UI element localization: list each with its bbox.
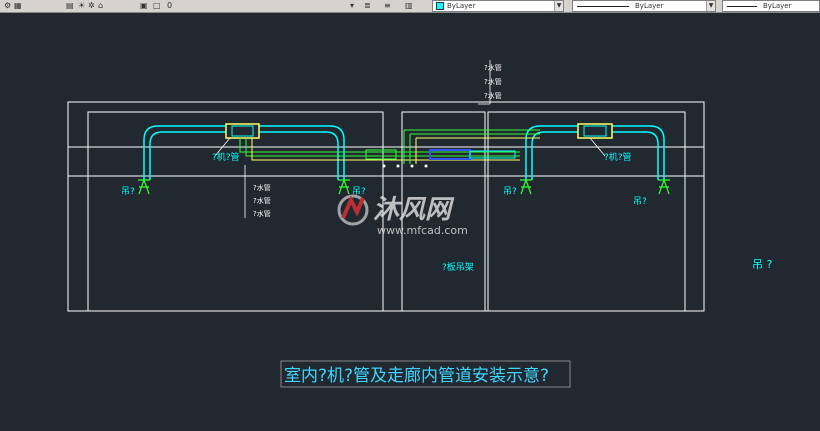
layer-properties-icon[interactable]: ▤ bbox=[66, 0, 74, 11]
color-combo[interactable]: ByLayer ▼ bbox=[432, 0, 564, 12]
linetype-sample bbox=[577, 5, 629, 7]
left-duct bbox=[143, 125, 345, 180]
pipe-label-top-1: ?水管 bbox=[484, 63, 502, 72]
pipe-fittings bbox=[382, 164, 428, 168]
watermark-url: www.mfcad.com bbox=[377, 224, 468, 237]
mfcad-logo-icon bbox=[337, 194, 369, 226]
pipe-label-mid-3: ?水管 bbox=[253, 209, 271, 218]
layer-manager-icon[interactable]: ▦ bbox=[14, 0, 22, 11]
color-combo-value: ByLayer bbox=[447, 2, 476, 10]
left-floor-label: 吊? bbox=[121, 186, 135, 197]
chevron-down-icon[interactable]: ▼ bbox=[706, 1, 715, 11]
pipe-group-top-labels: ?水管 ?水管 ?水管 bbox=[484, 63, 502, 100]
left-fan-coil-label: ?机?管 bbox=[212, 151, 240, 163]
corridor-support-label: ?板吊架 bbox=[442, 261, 474, 273]
right-floor-label: 吊? bbox=[633, 196, 647, 207]
pipe-label-top-2: ?水管 bbox=[484, 77, 502, 86]
layer-iso-icon[interactable]: ▥ bbox=[405, 0, 413, 11]
properties-toolbar: ⚙ ▦ ▤ ☀ ✲ ⌂ ▣ □ 0 ▾ ≣ ≡ ▥ ByLayer ▼ ByLa… bbox=[0, 0, 820, 13]
chevron-down-icon[interactable]: ▼ bbox=[554, 1, 563, 11]
pipe-label-top-3: ?水管 bbox=[484, 91, 502, 100]
right-duct bbox=[525, 125, 665, 180]
white-square-icon: □ bbox=[153, 1, 161, 10]
layer-state-label: 0 bbox=[167, 1, 173, 10]
drawing-title: 室内?机?管及走廊内管道安装示意? bbox=[284, 366, 549, 386]
lock-icon[interactable]: ⌂ bbox=[98, 0, 103, 11]
gear-icon[interactable]: ⚙ bbox=[4, 0, 11, 11]
lightbulb-icon[interactable]: ☀ bbox=[78, 0, 85, 11]
linetype-combo-value: ByLayer bbox=[635, 2, 664, 10]
watermark: 沐风网 www.mfcad.com bbox=[333, 190, 503, 240]
color-swatch bbox=[436, 2, 444, 10]
color-square-icon: ▣ bbox=[140, 1, 148, 10]
watermark-brand: 沐风网 bbox=[373, 195, 455, 225]
match-properties-icon[interactable]: ≣ bbox=[364, 0, 371, 11]
pipe-label-mid-1: ?水管 bbox=[253, 183, 271, 192]
far-right-label: 吊 ? bbox=[752, 258, 772, 271]
right-fan-coil-label: ?机?管 bbox=[604, 151, 632, 163]
pipe-group-mid-labels: ?水管 ?水管 ?水管 bbox=[253, 183, 271, 218]
layer-previous-icon[interactable]: ≡ bbox=[384, 0, 391, 11]
lineweight-combo[interactable]: ByLayer bbox=[722, 0, 820, 12]
pipe-label-mid-2: ?水管 bbox=[253, 196, 271, 205]
linetype-combo[interactable]: ByLayer ▼ bbox=[572, 0, 716, 12]
layer-dropdown-arrow-icon[interactable]: ▾ bbox=[350, 0, 354, 11]
sun-icon[interactable]: ✲ bbox=[88, 0, 95, 11]
lineweight-sample bbox=[727, 5, 757, 7]
lineweight-combo-value: ByLayer bbox=[763, 2, 792, 10]
right-hanger-label: 吊? bbox=[503, 186, 517, 197]
